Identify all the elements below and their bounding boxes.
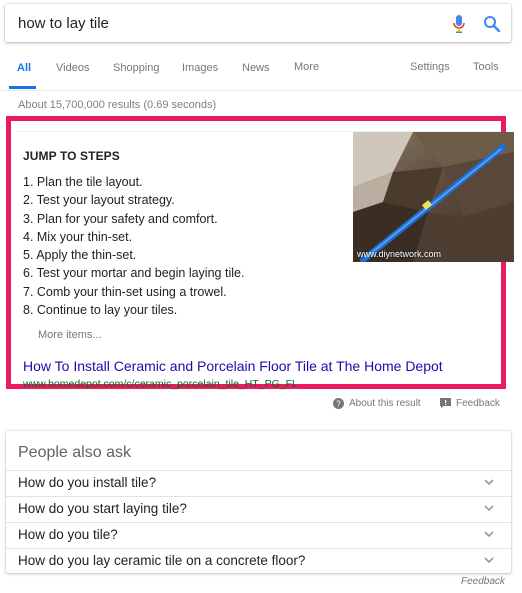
people-also-ask-title: People also ask	[18, 444, 131, 461]
list-item: 8. Continue to lay your tiles.	[23, 303, 178, 318]
tab-settings[interactable]: Settings	[410, 61, 450, 73]
paa-question-text: How do you install tile?	[18, 475, 157, 490]
feedback-label: Feedback	[456, 398, 500, 409]
list-item: 6. Test your mortar and begin laying til…	[23, 266, 245, 281]
chevron-down-icon	[484, 505, 494, 512]
tab-more[interactable]: More	[294, 61, 319, 73]
about-this-result[interactable]: ? About this result	[333, 398, 421, 409]
paa-question[interactable]: How do you install tile?	[6, 470, 511, 496]
chevron-down-icon	[484, 531, 494, 538]
paa-question-text: How do you start laying tile?	[18, 501, 187, 516]
list-item: 4. Mix your thin-set.	[23, 229, 133, 244]
feedback-bottom-link[interactable]: Feedback	[461, 576, 505, 587]
search-box[interactable]	[5, 4, 511, 42]
tab-shopping[interactable]: Shopping	[113, 62, 160, 74]
search-input[interactable]	[18, 13, 418, 33]
list-item: 1. Plan the tile layout.	[23, 175, 143, 189]
feedback-icon	[440, 398, 451, 409]
tab-tools[interactable]: Tools	[473, 61, 499, 73]
list-item: 3. Plan for your safety and comfort.	[23, 211, 218, 226]
paa-question[interactable]: How do you start laying tile?	[6, 496, 511, 522]
more-items-link[interactable]: More items...	[38, 329, 102, 341]
search-icon[interactable]	[483, 15, 501, 33]
snippet-title-link[interactable]: How To Install Ceramic and Porcelain Flo…	[23, 358, 443, 374]
tile-floor-photo	[353, 132, 514, 262]
chevron-down-icon	[484, 557, 494, 564]
paa-question-text: How do you tile?	[18, 527, 118, 542]
active-tab-indicator	[9, 86, 36, 89]
image-source-caption: www.diynetwork.com	[357, 249, 442, 259]
list-item: 7. Comb your thin-set using a trowel.	[23, 284, 227, 299]
paa-question[interactable]: How do you lay ceramic tile on a concret…	[6, 548, 511, 574]
svg-text:?: ?	[336, 400, 341, 409]
featured-snippet: JUMP TO STEPS 1. Plan the tile layout. 2…	[6, 116, 514, 390]
jump-to-steps-heading: JUMP TO STEPS	[23, 149, 120, 163]
tab-images[interactable]: Images	[182, 62, 218, 74]
paa-question-text: How do you lay ceramic tile on a concret…	[18, 553, 306, 568]
help-icon: ?	[333, 398, 344, 409]
search-tabs: All Videos Shopping Images News More Set…	[0, 42, 522, 91]
tab-videos[interactable]: Videos	[56, 62, 89, 74]
people-also-ask: People also ask How do you install tile?…	[6, 431, 511, 573]
steps-list: 1. Plan the tile layout. 2. Test your la…	[23, 173, 244, 319]
tab-news[interactable]: News	[242, 62, 270, 74]
list-item: 5. Apply the thin-set.	[23, 248, 137, 263]
result-stats: About 15,700,000 results (0.69 seconds)	[18, 99, 217, 111]
list-item: 2. Test your layout strategy.	[23, 193, 175, 208]
snippet-body: JUMP TO STEPS 1. Plan the tile layout. 2…	[16, 131, 514, 390]
microphone-icon[interactable]	[451, 14, 467, 34]
tab-all[interactable]: All	[17, 62, 31, 74]
tile-floor-image[interactable]: www.diynetwork.com	[353, 132, 514, 262]
chevron-down-icon	[484, 479, 494, 486]
about-result-label: About this result	[349, 398, 421, 410]
feedback-link[interactable]: Feedback	[440, 398, 500, 409]
snippet-url: www.homedepot.com/c/ceramic_porcelain_ti…	[23, 378, 298, 390]
paa-question[interactable]: How do you tile?	[6, 522, 511, 548]
